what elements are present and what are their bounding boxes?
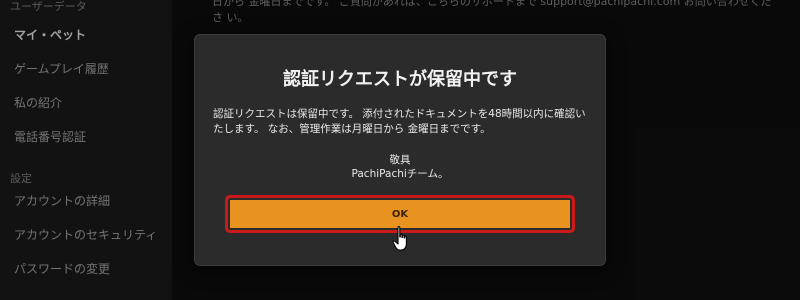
signoff-team: PachiPachiチーム。 [351, 168, 449, 180]
dialog-message: 認証リクエストは保留中です。 添付されたドキュメントを48時間以内に確認いたしま… [213, 107, 587, 137]
dialog-title: 認証リクエストが保留中です [283, 69, 517, 90]
page: ユーザーデータ マイ・ペット ゲームプレイ履歴 私の紹介 電話番号認証 設定 ア… [0, 0, 800, 300]
dialog-signoff: 敬具 PachiPachiチーム。 [195, 153, 605, 181]
signoff-regards: 敬具 [389, 154, 411, 166]
hand-pointer-icon [392, 226, 407, 251]
dialog-message-text: 認証リクエストは保留中です。 添付されたドキュメントを48時間以内に確認いたしま… [213, 108, 586, 135]
